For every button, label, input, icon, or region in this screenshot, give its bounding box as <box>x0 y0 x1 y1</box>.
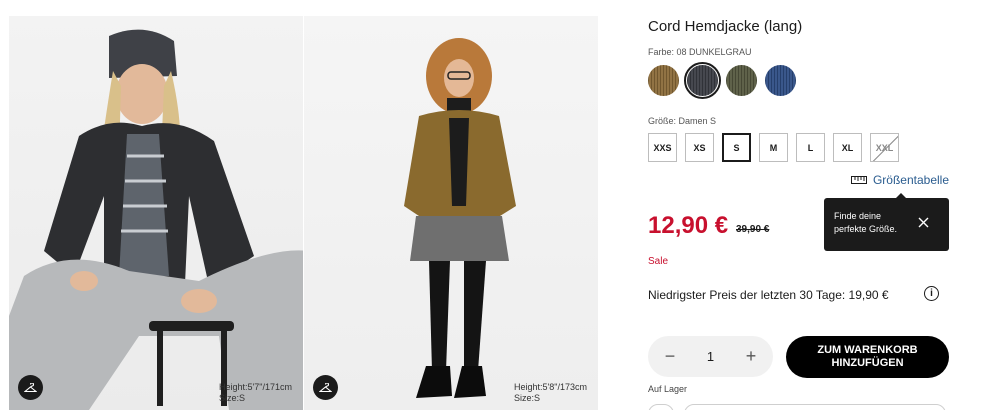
swatch-olive[interactable] <box>726 65 757 96</box>
swatch-dark-gray[interactable] <box>684 62 721 99</box>
size-option-m[interactable]: M <box>759 133 788 162</box>
add-to-cart-button[interactable]: ZUM WARENKORB HINZUFÜGEN <box>786 336 949 378</box>
size-option-s[interactable]: S <box>722 133 751 162</box>
hanger-icon[interactable] <box>313 375 338 400</box>
model-photo-dark-jacket <box>9 29 303 410</box>
close-icon[interactable] <box>918 217 929 228</box>
partial-control[interactable] <box>648 404 674 410</box>
model-info: Height:5'8"/173cm Size:S <box>514 382 587 404</box>
model-photo-brown-jacket <box>404 38 516 398</box>
swatch-blue[interactable] <box>765 65 796 96</box>
size-label: Größe: Damen S <box>648 116 717 126</box>
size-tooltip: Finde deine perfekte Größe. <box>824 193 949 251</box>
hanger-icon[interactable] <box>18 375 43 400</box>
quantity-value: 1 <box>706 349 715 364</box>
original-price: 39,90 € <box>736 224 770 235</box>
model-size: Size:S <box>219 393 246 403</box>
sale-label: Sale <box>648 256 669 267</box>
model-height: Height:5'7"/171cm <box>219 382 292 392</box>
size-option-xxl[interactable]: XXL <box>870 133 899 162</box>
color-label: Farbe: 08 DUNKELGRAU <box>648 47 752 57</box>
partial-control[interactable] <box>684 404 946 410</box>
size-option-xxs[interactable]: XXS <box>648 133 677 162</box>
swatch-brown[interactable] <box>648 65 679 96</box>
product-image-2[interactable]: Height:5'8"/173cm Size:S <box>304 16 598 410</box>
size-selector: XXS XS S M L XL XXL <box>648 133 899 162</box>
stock-status: Auf Lager <box>648 384 688 394</box>
model-height: Height:5'8"/173cm <box>514 382 587 392</box>
color-swatches <box>648 62 796 99</box>
size-option-xs[interactable]: XS <box>685 133 714 162</box>
size-chart-label: Größentabelle <box>872 173 949 187</box>
product-title: Cord Hemdjacke (lang) <box>648 18 803 35</box>
model-info: Height:5'7"/171cm Size:S <box>219 382 292 404</box>
ruler-icon <box>850 176 867 184</box>
size-option-l[interactable]: L <box>796 133 825 162</box>
info-icon[interactable]: i <box>924 286 939 301</box>
decrease-button[interactable]: − <box>662 346 678 367</box>
product-panel: Cord Hemdjacke (lang) Farbe: 08 DUNKELGR… <box>648 0 984 410</box>
lowest-price-note: Niedrigster Preis der letzten 30 Tage: 1… <box>648 288 889 302</box>
model-size: Size:S <box>514 393 541 403</box>
quantity-stepper: − 1 + <box>648 336 773 377</box>
size-option-xl[interactable]: XL <box>833 133 862 162</box>
product-image-1[interactable]: Height:5'7"/171cm Size:S <box>9 16 303 410</box>
size-chart-link[interactable]: Größentabelle <box>850 173 949 187</box>
increase-button[interactable]: + <box>743 346 759 367</box>
current-price: 12,90 € <box>648 212 729 239</box>
